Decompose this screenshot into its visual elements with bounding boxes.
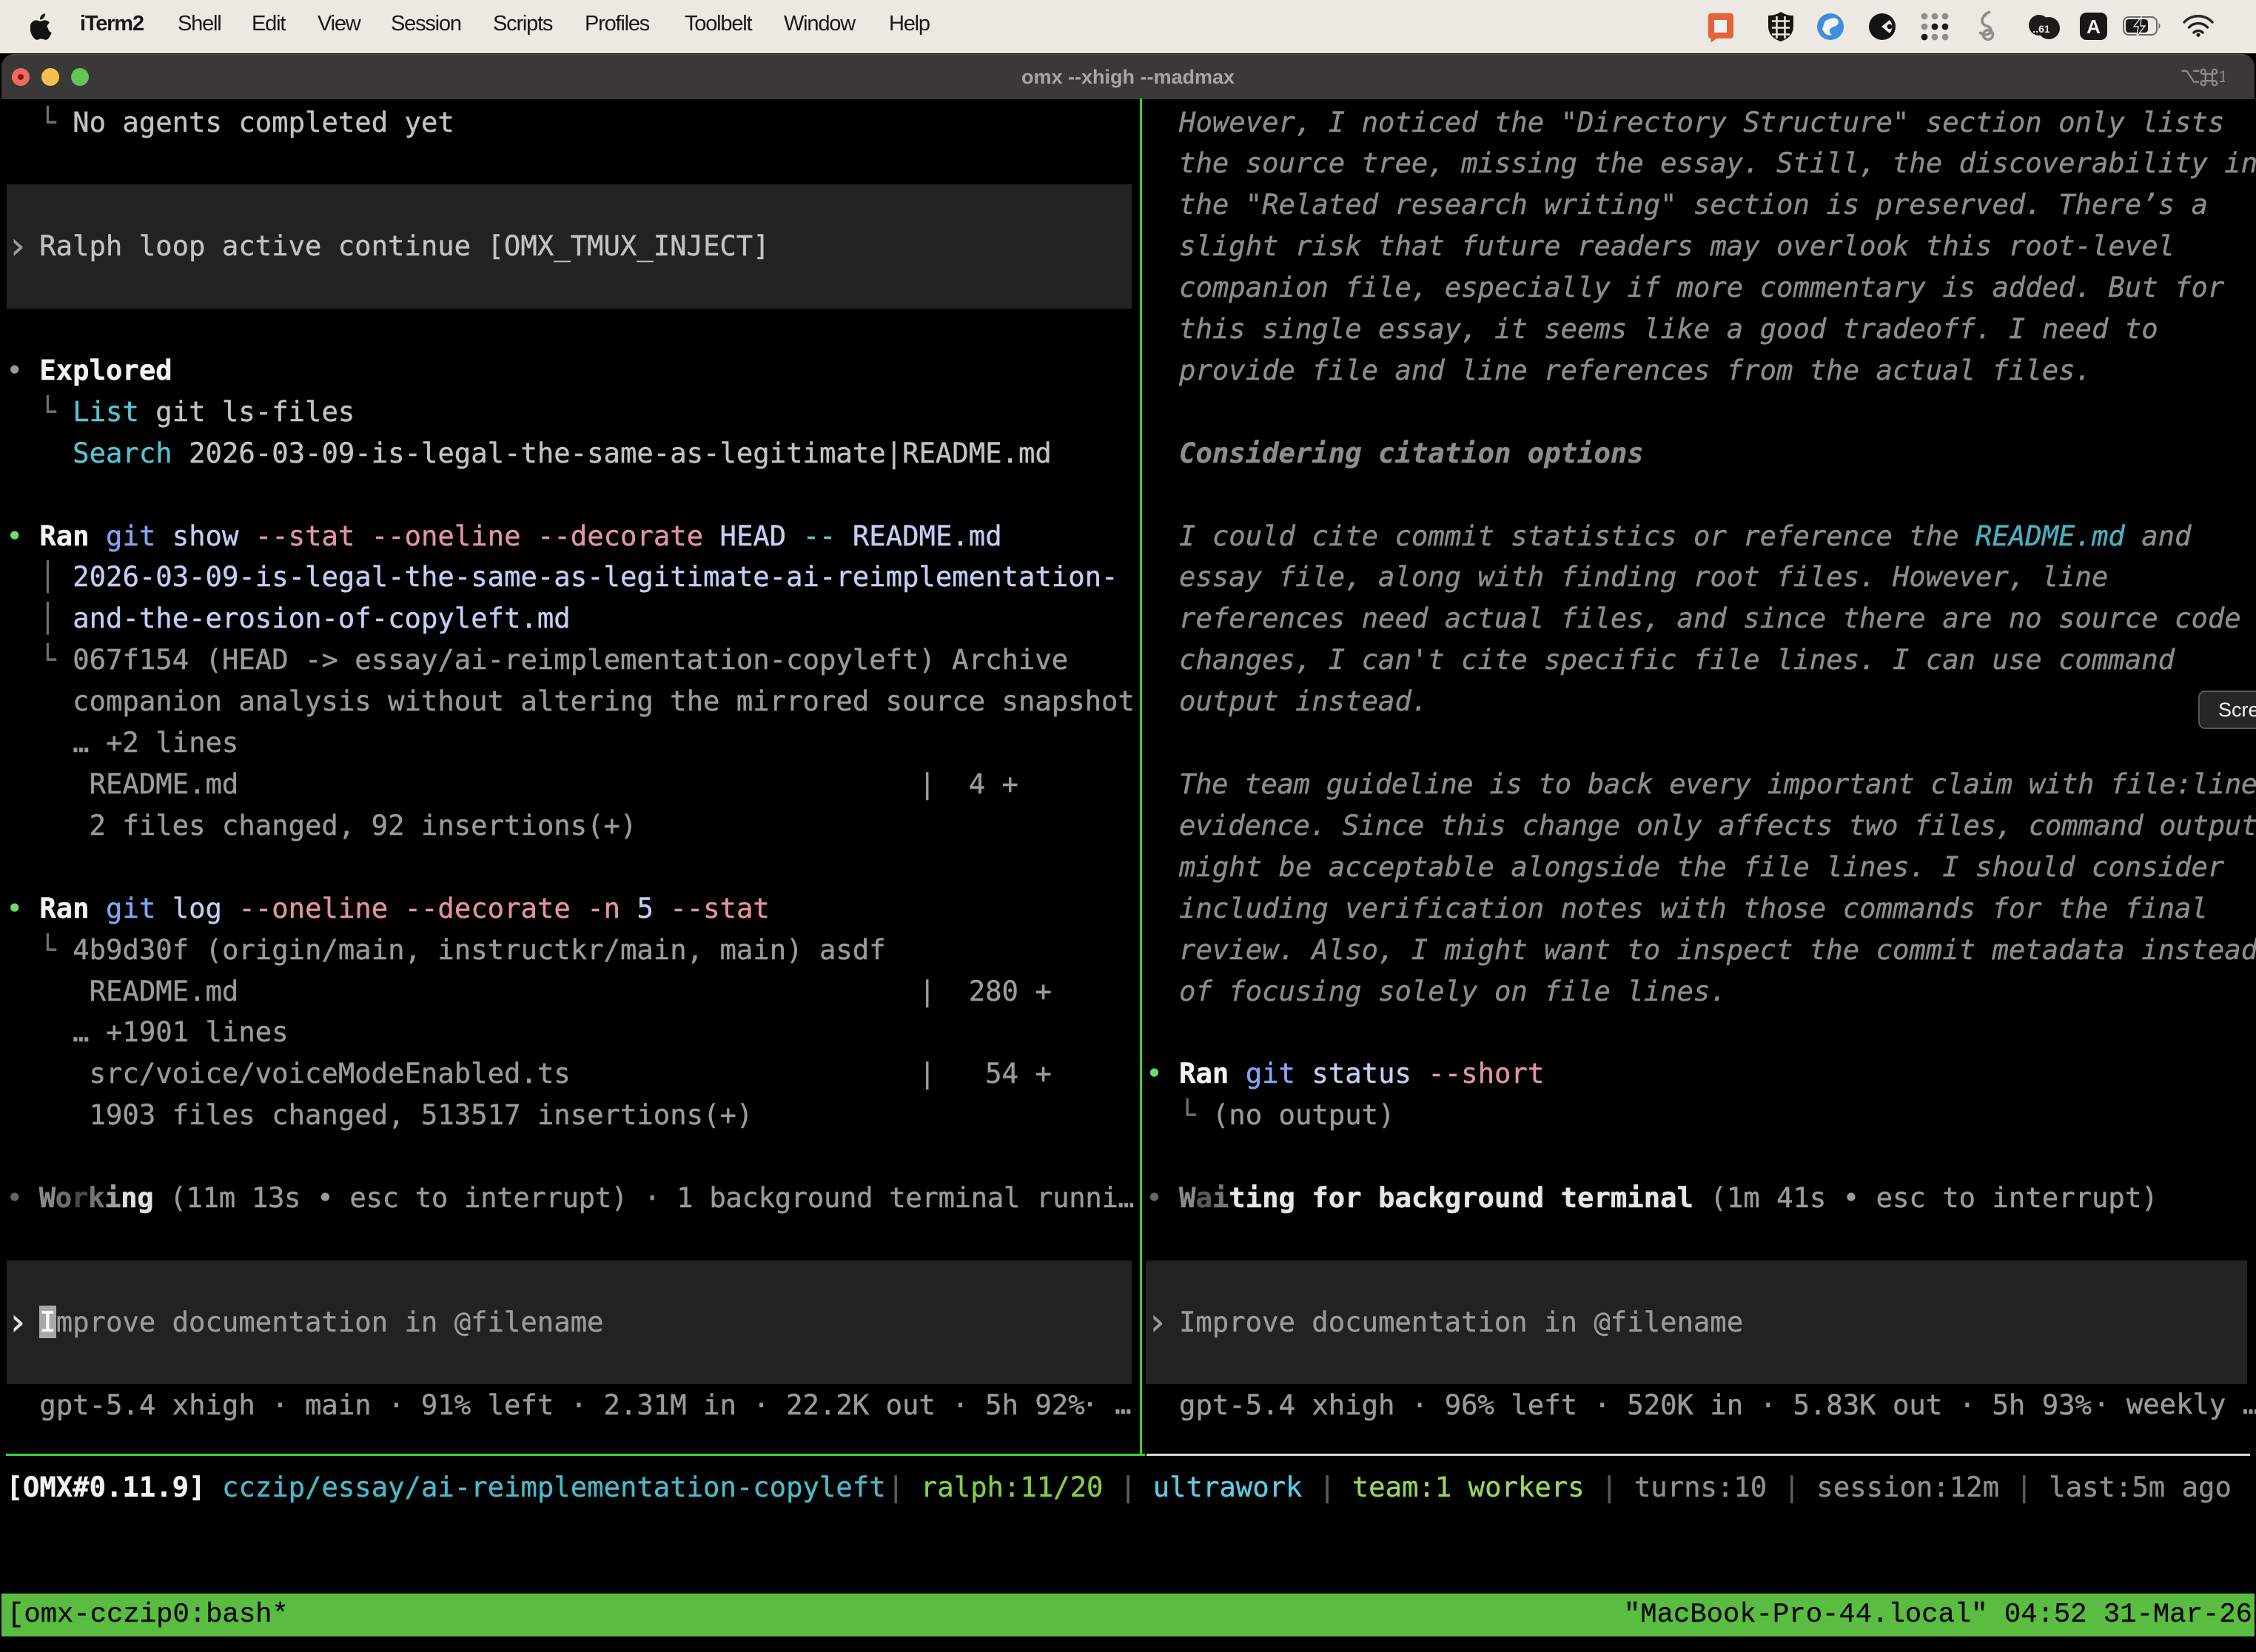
svg-text:1: 1	[2218, 67, 2225, 86]
svg-text:..61: ..61	[2032, 23, 2050, 35]
